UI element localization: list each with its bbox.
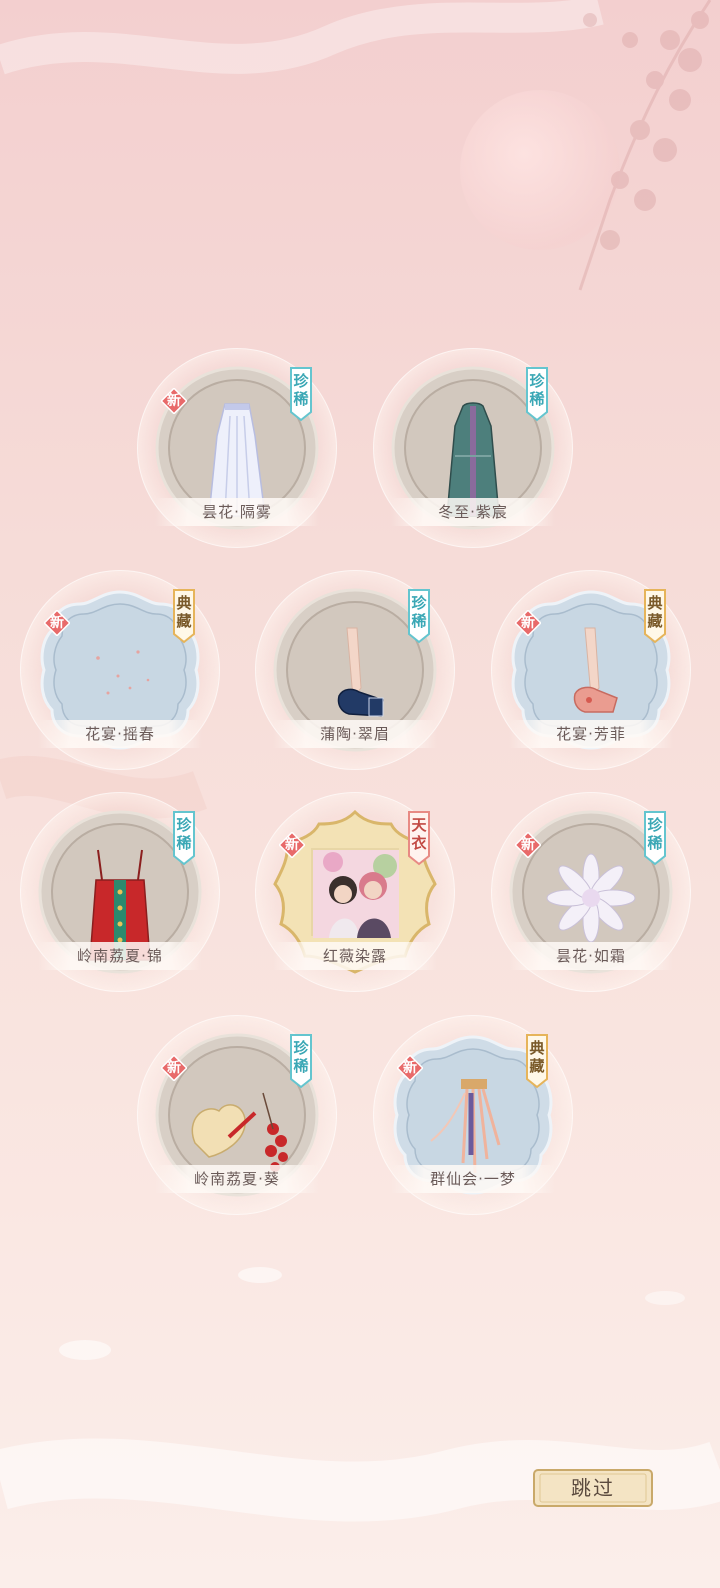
new-badge-text: 新 (285, 837, 299, 853)
new-badge-text-wrap: 新 (161, 1055, 187, 1081)
item-name-label: 红薇染露 (273, 942, 437, 970)
new-badge-text-wrap: 新 (515, 832, 541, 858)
reward-item[interactable]: 岭南荔夏·锦 珍稀 (20, 792, 220, 992)
rank-text: 珍稀 (293, 372, 309, 408)
rank-text-wrap: 珍稀 (289, 1033, 313, 1089)
new-badge-text-wrap: 新 (397, 1055, 423, 1081)
item-name-label: 岭南荔夏·葵 (155, 1165, 319, 1193)
reward-item[interactable]: 昙花·如霜 新 珍稀 (491, 792, 691, 992)
rank-text: 珍稀 (529, 372, 545, 408)
rank-text: 典藏 (176, 594, 192, 630)
rank-text-wrap: 珍稀 (525, 366, 549, 422)
item-name-label: 昙花·如霜 (509, 942, 673, 970)
rank-text-wrap: 典藏 (525, 1033, 549, 1089)
rank-text-wrap: 典藏 (643, 588, 667, 644)
new-badge-text-wrap: 新 (161, 388, 187, 414)
new-badge-text-wrap: 新 (515, 610, 541, 636)
new-badge-text-wrap: 新 (279, 832, 305, 858)
rank-text: 珍稀 (293, 1039, 309, 1075)
rank-text-wrap: 典藏 (172, 588, 196, 644)
rank-text-wrap: 天衣 (407, 810, 431, 866)
skip-button-label: 跳过 (571, 1476, 615, 1500)
reward-item[interactable]: 岭南荔夏·葵 新 珍稀 (137, 1015, 337, 1215)
new-badge-text: 新 (403, 1060, 417, 1076)
reward-item[interactable]: 昙花·隔雾 新 珍稀 (137, 348, 337, 548)
reward-item[interactable]: 冬至·紫宸 珍稀 (373, 348, 573, 548)
item-name-label: 昙花·隔雾 (155, 498, 319, 526)
new-badge-text: 新 (521, 837, 535, 853)
rank-text-wrap: 珍稀 (643, 810, 667, 866)
rank-text: 珍稀 (176, 816, 192, 852)
reward-item[interactable]: 花宴·芳菲 新 典藏 (491, 570, 691, 770)
reward-item[interactable]: 蒲陶·翠眉 珍稀 (255, 570, 455, 770)
reward-item[interactable]: 红薇染露 新 天衣 (255, 792, 455, 992)
item-name-label: 岭南荔夏·锦 (38, 942, 202, 970)
rank-text: 珍稀 (647, 816, 663, 852)
branch-decoration (578, 0, 712, 291)
item-name-label: 花宴·芳菲 (509, 720, 673, 748)
reward-item[interactable]: 花宴·摇春 新 典藏 (20, 570, 220, 770)
new-badge-text-wrap: 新 (44, 610, 70, 636)
new-badge-text: 新 (167, 1060, 181, 1076)
reward-item[interactable]: 群仙会·一梦 新 典藏 (373, 1015, 573, 1215)
skip-button[interactable]: 跳过 (532, 1466, 654, 1510)
item-name-label: 蒲陶·翠眉 (273, 720, 437, 748)
new-badge-text: 新 (521, 615, 535, 631)
rank-text: 典藏 (647, 594, 663, 630)
rank-text-wrap: 珍稀 (407, 588, 431, 644)
item-name-label: 花宴·摇春 (38, 720, 202, 748)
rank-text-wrap: 珍稀 (289, 366, 313, 422)
new-badge-text: 新 (167, 393, 181, 409)
new-badge-text: 新 (50, 615, 64, 631)
rank-text: 珍稀 (411, 594, 427, 630)
rank-text: 天衣 (411, 816, 427, 852)
item-name-label: 冬至·紫宸 (391, 498, 555, 526)
item-name-label: 群仙会·一梦 (391, 1165, 555, 1193)
rank-text-wrap: 珍稀 (172, 810, 196, 866)
rank-text: 典藏 (529, 1039, 545, 1075)
